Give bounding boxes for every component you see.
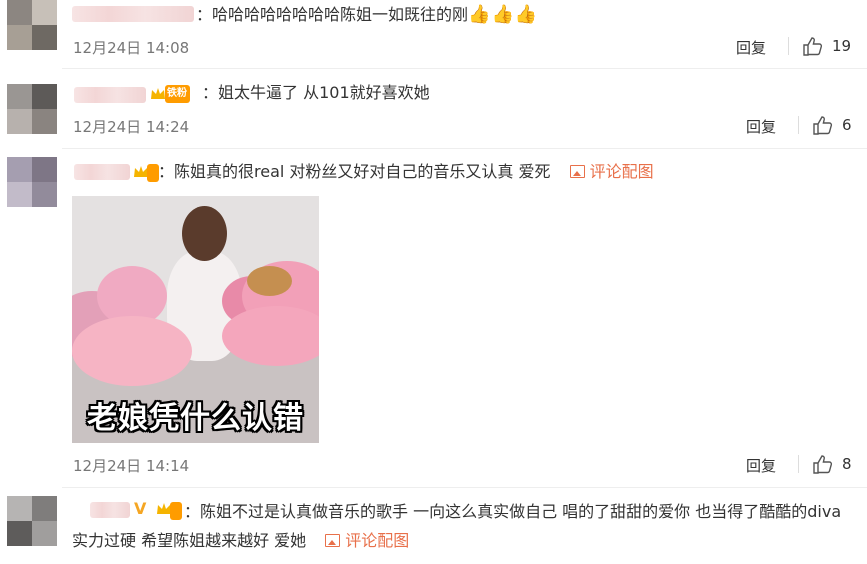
picture-icon [569,165,585,178]
thumbs-up-icon[interactable] [802,36,824,56]
username[interactable] [72,6,194,22]
comment-image[interactable]: 老娘凭什么认错 [72,196,319,443]
comment-text: ：哈哈哈哈哈哈哈哈陈姐一如既往的刚👍👍👍 [196,4,539,25]
divider [62,487,867,488]
avatar[interactable] [7,0,57,50]
comment-text: ：陈姐不过是认真做音乐的歌手 一向这么真实做自己 唱的了甜甜的爱你 也当得了酷酷… [72,502,842,550]
separator [798,116,799,134]
reply-button[interactable]: 回复 [746,116,776,137]
avatar[interactable] [7,157,57,207]
fan-badge: 铁粉 [165,85,190,103]
like-count: 6 [842,116,852,134]
thumbs-up-icon: 👍👍👍 [468,4,539,25]
like-count: 19 [832,37,852,55]
separator [788,37,789,55]
comment-image-link[interactable]: 评论配图 [569,162,654,181]
username[interactable] [74,87,146,103]
picture-icon [325,534,341,547]
reply-button[interactable]: 回复 [746,455,776,476]
comment-text: ：姐太牛逼了 从101就好喜欢她 [202,83,430,102]
comment-image-link[interactable]: 评论配图 [325,531,409,550]
separator [798,455,799,473]
timestamp: 12月24日 14:08 [73,39,190,57]
thumbs-up-icon[interactable] [812,115,834,135]
username[interactable] [74,164,130,180]
divider [62,148,867,149]
avatar[interactable] [7,84,57,134]
like-count: 8 [842,455,852,473]
timestamp: 12月24日 14:14 [73,457,190,475]
comment-text: ：陈姐真的很real 对粉丝又好对自己的音乐又认真 爱死 评论配图 [158,162,654,181]
thumbs-up-icon[interactable] [812,454,834,474]
divider [62,68,867,69]
timestamp: 12月24日 14:24 [73,118,190,136]
reply-button[interactable]: 回复 [736,37,766,58]
image-caption: 老娘凭什么认错 [87,401,304,436]
avatar[interactable] [7,496,57,546]
